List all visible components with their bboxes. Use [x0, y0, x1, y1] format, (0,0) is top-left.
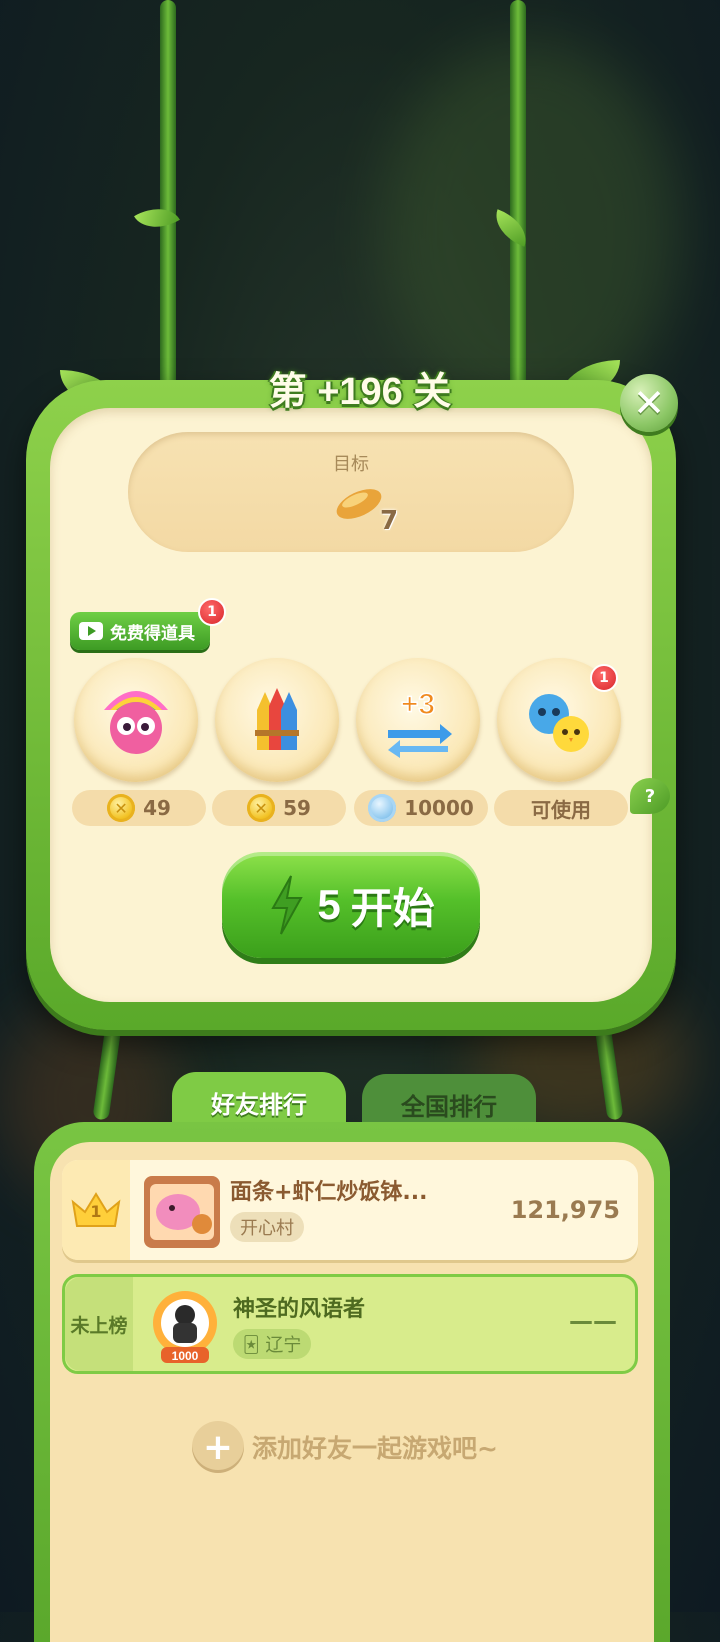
player-score: 121,975 — [510, 1196, 620, 1224]
rank-cell: 1 — [62, 1160, 130, 1260]
rocket-icon — [255, 688, 299, 750]
coin-icon: ✕ — [247, 794, 276, 822]
plus-icon: + — [192, 1421, 244, 1473]
rank-cell: 未上榜 — [65, 1277, 133, 1371]
help-button[interactable]: ? — [630, 778, 670, 814]
leaderboard-row-self[interactable]: 未上榜 1000 神圣的风语者 🃏 辽宁 —— — [62, 1274, 638, 1374]
location-icon: 🃏 — [243, 1334, 260, 1354]
leaderboard-row[interactable]: 1 面条+虾仁炒饭钵... 开心村 121,975 — [62, 1160, 638, 1260]
booster-price: ✕ 59 — [212, 790, 346, 826]
add-friends-label: 添加好友一起游戏吧~ — [252, 1434, 498, 1463]
free-props-button[interactable]: 免费得道具 — [70, 612, 210, 650]
rank-number: 1 — [90, 1202, 102, 1221]
player-location: 开心村 — [230, 1212, 304, 1242]
avatar-badge-label: 1000 — [172, 1349, 199, 1363]
vine-left — [160, 0, 176, 390]
goal-label: 目标 — [333, 454, 369, 475]
energy-count: 5 — [317, 881, 341, 928]
location-label: 开心村 — [240, 1218, 294, 1239]
booster-rocket[interactable] — [215, 658, 339, 782]
video-icon — [79, 622, 103, 640]
rainbow-owl-icon — [104, 691, 168, 754]
svg-text:+3: +3 — [401, 688, 435, 721]
player-name: 面条+虾仁炒饭钵... — [230, 1180, 428, 1205]
free-props-label: 免费得道具 — [110, 623, 195, 644]
close-button[interactable]: ✕ — [620, 374, 678, 432]
booster-price: 可使用 — [494, 790, 628, 826]
plus-three-moves-icon: +3 — [388, 687, 452, 758]
gem-icon — [368, 794, 397, 822]
start-button[interactable]: 5 开始 — [222, 852, 480, 958]
booster-price: 10000 — [354, 790, 488, 826]
animal-buddies-icon — [529, 694, 589, 752]
add-friends-button[interactable]: + 添加好友一起游戏吧~ — [192, 1420, 498, 1474]
level-title: 第 +196 关 — [268, 371, 452, 413]
unranked-label: 未上榜 — [70, 1314, 128, 1337]
price-value: 可使用 — [531, 797, 591, 822]
crown-icon: 1 — [69, 1190, 123, 1230]
player-name: 神圣的风语者 — [233, 1297, 366, 1322]
booster-price: ✕ 49 — [72, 790, 206, 826]
location-label: 辽宁 — [265, 1335, 302, 1356]
golden-bean-icon — [336, 489, 382, 519]
price-value: 49 — [143, 796, 171, 820]
coin-icon: ✕ — [107, 794, 136, 822]
avatar — [144, 1176, 220, 1248]
notification-badge: 1 — [198, 598, 226, 626]
goal-box: 目标 7 — [128, 432, 574, 552]
price-value: 59 — [283, 796, 311, 820]
price-value: 10000 — [404, 796, 474, 820]
notification-badge: 1 — [590, 664, 618, 692]
goal-count: 7 — [380, 506, 399, 536]
booster-rainbow-owl[interactable] — [74, 658, 198, 782]
close-icon: ✕ — [633, 381, 665, 425]
avatar: 1000 — [153, 1291, 217, 1363]
player-score: —— — [569, 1307, 617, 1335]
start-label: 开始 — [350, 884, 435, 932]
player-location: 🃏 辽宁 — [233, 1329, 312, 1359]
vine-right — [510, 0, 526, 390]
booster-plus-three[interactable]: +3 — [356, 658, 480, 782]
lightning-icon — [271, 875, 304, 935]
